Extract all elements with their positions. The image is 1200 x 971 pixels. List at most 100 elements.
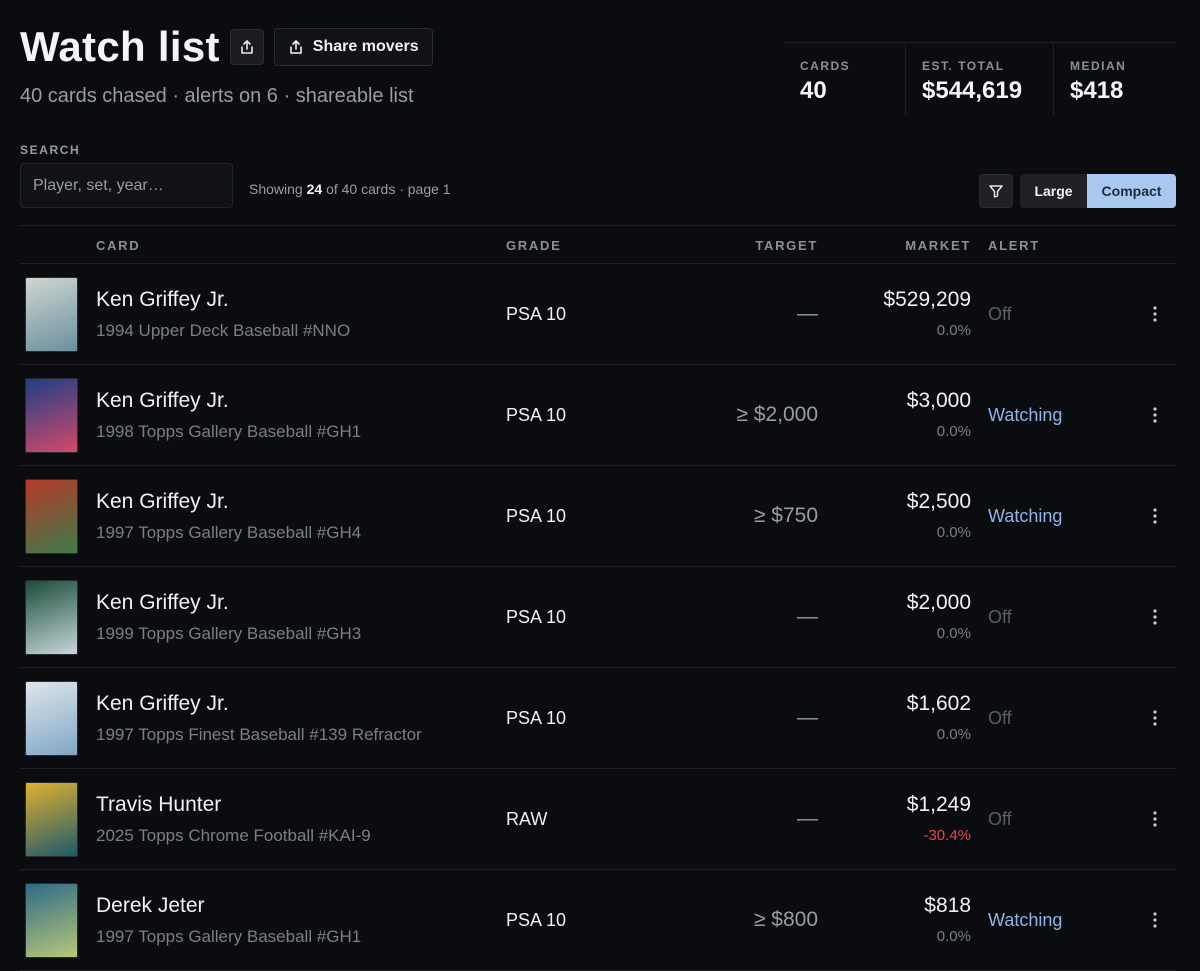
showing-count: 24 xyxy=(306,181,323,197)
card-price-change: 0.0% xyxy=(936,423,971,440)
row-menu-button[interactable] xyxy=(1146,503,1164,529)
card-thumbnail[interactable] xyxy=(25,883,78,958)
view-large-button[interactable]: Large xyxy=(1020,174,1087,208)
table-row[interactable]: Ken Griffey Jr. 1999 Topps Gallery Baseb… xyxy=(20,567,1176,668)
search-label: SEARCH xyxy=(20,143,81,157)
row-menu-button[interactable] xyxy=(1146,806,1164,832)
card-name[interactable]: Derek Jeter xyxy=(96,894,205,918)
card-alert-status[interactable]: Off xyxy=(988,809,1012,830)
table-row[interactable]: Ken Griffey Jr. 1997 Topps Gallery Baseb… xyxy=(20,466,1176,567)
card-alert-status[interactable]: Off xyxy=(988,607,1012,628)
card-name[interactable]: Ken Griffey Jr. xyxy=(96,591,229,615)
card-alert-status[interactable]: Off xyxy=(988,708,1012,729)
card-thumbnail[interactable] xyxy=(25,378,78,453)
column-header-card[interactable]: CARD xyxy=(96,238,140,253)
card-set: 2025 Topps Chrome Football #KAI-9 xyxy=(96,826,371,845)
card-target: — xyxy=(797,706,818,729)
row-menu-button[interactable] xyxy=(1146,402,1164,428)
page-title: Watch list xyxy=(20,23,220,70)
column-header-grade[interactable]: GRADE xyxy=(506,238,561,253)
card-thumbnail[interactable] xyxy=(25,580,78,655)
card-market-price: $818 xyxy=(924,894,971,917)
table-row[interactable]: Ken Griffey Jr. 1994 Upper Deck Baseball… xyxy=(20,264,1176,365)
more-vertical-icon xyxy=(1153,710,1157,726)
card-target: — xyxy=(797,302,818,325)
header: Watch list Share movers 40 cards chased … xyxy=(20,22,760,122)
card-name[interactable]: Ken Griffey Jr. xyxy=(96,490,229,514)
view-compact-button[interactable]: Compact xyxy=(1087,174,1176,208)
card-grade: PSA 10 xyxy=(506,304,567,324)
card-set: 1997 Topps Gallery Baseball #GH4 xyxy=(96,523,362,542)
card-price-change: -30.4% xyxy=(923,827,971,844)
card-grade: PSA 10 xyxy=(506,708,567,728)
card-alert-status[interactable]: Off xyxy=(988,304,1012,325)
share-movers-button[interactable]: Share movers xyxy=(273,28,433,66)
row-menu-button[interactable] xyxy=(1146,907,1164,933)
table-row[interactable]: Ken Griffey Jr. 1998 Topps Gallery Baseb… xyxy=(20,365,1176,466)
card-market-price: $2,500 xyxy=(906,490,971,513)
more-vertical-icon xyxy=(1153,407,1157,423)
stat-value: $544,619 xyxy=(922,77,1023,104)
card-thumbnail[interactable] xyxy=(25,681,78,756)
card-grade: PSA 10 xyxy=(506,506,567,526)
more-vertical-icon xyxy=(1153,912,1157,928)
card-alert-status[interactable]: Watching xyxy=(988,506,1062,527)
card-set: 1998 Topps Gallery Baseball #GH1 xyxy=(96,422,362,441)
card-price-change: 0.0% xyxy=(936,322,971,339)
stat-label: EST. TOTAL xyxy=(922,59,1005,73)
card-grade: PSA 10 xyxy=(506,405,567,425)
table-row[interactable]: Derek Jeter 1997 Topps Gallery Baseball … xyxy=(20,870,1176,971)
card-grade: PSA 10 xyxy=(506,910,567,930)
showing-prefix: Showing xyxy=(249,181,303,197)
card-market-price: $2,000 xyxy=(906,591,971,614)
card-name[interactable]: Ken Griffey Jr. xyxy=(96,288,229,312)
card-alert-status[interactable]: Watching xyxy=(988,405,1062,426)
more-vertical-icon xyxy=(1153,306,1157,322)
card-grade: PSA 10 xyxy=(506,607,567,627)
card-thumbnail[interactable] xyxy=(25,277,78,352)
export-button[interactable] xyxy=(229,29,264,65)
column-header-alert[interactable]: ALERT xyxy=(988,238,1040,253)
stat-median: MEDIAN $418 xyxy=(1054,43,1176,116)
row-menu-button[interactable] xyxy=(1146,705,1164,731)
table-row[interactable]: Travis Hunter 2025 Topps Chrome Football… xyxy=(20,769,1176,870)
share-icon xyxy=(240,40,253,54)
card-price-change: 0.0% xyxy=(936,726,971,743)
card-target: — xyxy=(797,605,818,628)
card-market-price: $3,000 xyxy=(906,389,971,412)
card-set: 1997 Topps Gallery Baseball #GH1 xyxy=(96,927,362,946)
stat-cards: CARDS 40 xyxy=(784,43,906,116)
card-grade: RAW xyxy=(506,809,548,829)
search-input[interactable] xyxy=(20,163,233,208)
table-body: Ken Griffey Jr. 1994 Upper Deck Baseball… xyxy=(20,264,1176,971)
row-menu-button[interactable] xyxy=(1146,301,1164,327)
card-name[interactable]: Travis Hunter xyxy=(96,793,221,817)
share-icon xyxy=(289,40,302,54)
card-name[interactable]: Ken Griffey Jr. xyxy=(96,692,229,716)
showing-summary: Showing 24 of 40 cards · page 1 xyxy=(249,181,451,197)
card-name[interactable]: Ken Griffey Jr. xyxy=(96,389,229,413)
stat-value: 40 xyxy=(800,77,827,104)
view-toggle: Large Compact xyxy=(1020,174,1176,208)
row-menu-button[interactable] xyxy=(1146,604,1164,630)
filter-icon xyxy=(989,185,1003,198)
table-row[interactable]: Ken Griffey Jr. 1997 Topps Finest Baseba… xyxy=(20,668,1176,769)
card-alert-status[interactable]: Watching xyxy=(988,910,1062,931)
more-vertical-icon xyxy=(1153,811,1157,827)
card-price-change: 0.0% xyxy=(936,625,971,642)
card-target: ≥ $2,000 xyxy=(736,403,818,426)
stat-est-total: EST. TOTAL $544,619 xyxy=(906,43,1054,116)
card-set: 1994 Upper Deck Baseball #NNO xyxy=(96,321,351,340)
page-subtitle: 40 cards chased · alerts on 6 · shareabl… xyxy=(20,85,414,107)
column-header-target[interactable]: TARGET xyxy=(755,238,818,253)
more-vertical-icon xyxy=(1153,609,1157,625)
more-vertical-icon xyxy=(1153,508,1157,524)
stat-label: CARDS xyxy=(800,59,851,73)
watchlist-table: CARD GRADE TARGET MARKET ALERT Ken Griff… xyxy=(20,225,1176,971)
card-market-price: $1,602 xyxy=(906,692,971,715)
share-movers-label: Share movers xyxy=(312,38,419,55)
card-thumbnail[interactable] xyxy=(25,479,78,554)
filter-button[interactable] xyxy=(979,174,1013,208)
column-header-market[interactable]: MARKET xyxy=(905,238,971,253)
card-thumbnail[interactable] xyxy=(25,782,78,857)
